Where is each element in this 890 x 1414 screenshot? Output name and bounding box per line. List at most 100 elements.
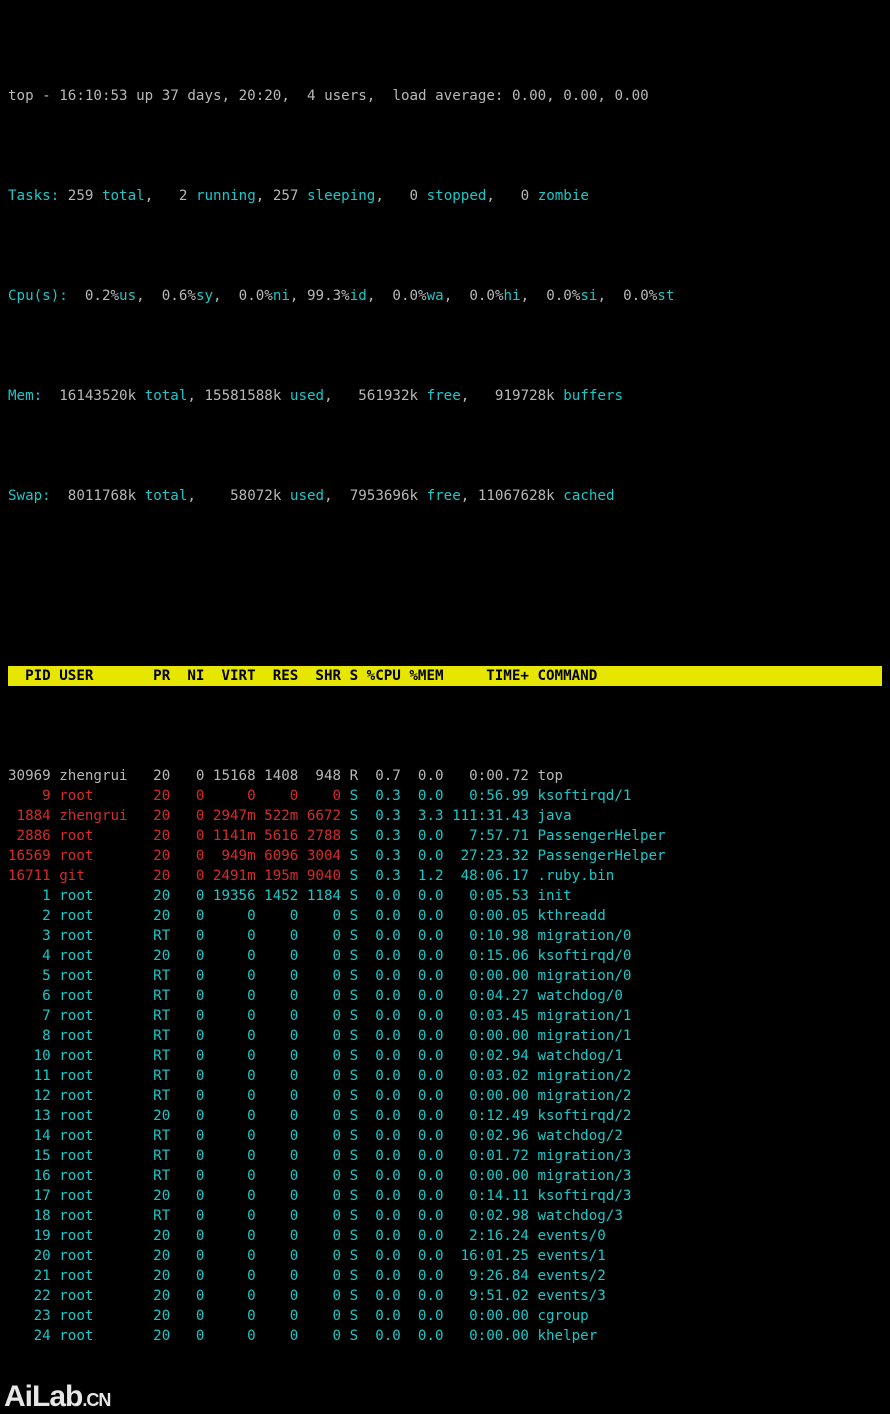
cell-mem: 0.0 — [401, 1026, 444, 1046]
cell-ni: 0 — [170, 1146, 204, 1166]
process-row: 18rootRT0000S0.00.00:02.98watchdog/3 — [8, 1206, 882, 1226]
process-row: 4root200000S0.00.00:15.06ksoftirqd/0 — [8, 946, 882, 966]
cell-cmd: migration/3 — [529, 1166, 632, 1186]
cell-res: 0 — [256, 906, 299, 926]
cell-res: 1408 — [256, 766, 299, 786]
cell-s: S — [341, 966, 358, 986]
process-row: 30969zhengrui200151681408948R0.70.00:00.… — [8, 766, 882, 786]
cell-cmd: events/2 — [529, 1266, 606, 1286]
process-row: 11rootRT0000S0.00.00:03.02migration/2 — [8, 1066, 882, 1086]
cell-mem: 0.0 — [401, 886, 444, 906]
cell-shr: 0 — [298, 1246, 341, 1266]
cell-time: 48:06.17 — [444, 866, 529, 886]
cell-pid: 23 — [8, 1306, 51, 1326]
cell-time: 0:01.72 — [444, 1146, 529, 1166]
cell-pid: 16 — [8, 1166, 51, 1186]
cell-cmd: migration/2 — [529, 1066, 632, 1086]
cell-ni: 0 — [170, 1046, 204, 1066]
cell-user: root — [51, 1186, 136, 1206]
cell-virt: 0 — [204, 1006, 255, 1026]
cell-pr: RT — [136, 1066, 170, 1086]
cell-s: S — [341, 826, 358, 846]
cell-cpu: 0.0 — [358, 1226, 401, 1246]
cell-pid: 13 — [8, 1106, 51, 1126]
cell-cpu: 0.3 — [358, 786, 401, 806]
cell-cpu: 0.0 — [358, 926, 401, 946]
cell-cmd: migration/1 — [529, 1026, 632, 1046]
cell-shr: 0 — [298, 1086, 341, 1106]
cell-pid: 1884 — [8, 806, 51, 826]
cell-cpu: 0.0 — [358, 1186, 401, 1206]
cell-res: 0 — [256, 1046, 299, 1066]
cell-virt: 0 — [204, 1226, 255, 1246]
cell-cpu: 0.0 — [358, 1266, 401, 1286]
cell-shr: 0 — [298, 1266, 341, 1286]
cell-res: 0 — [256, 1226, 299, 1246]
process-row: 8rootRT0000S0.00.00:00.00migration/1 — [8, 1026, 882, 1046]
cell-s: S — [341, 1066, 358, 1086]
cell-shr: 3004 — [298, 846, 341, 866]
cell-pid: 10 — [8, 1046, 51, 1066]
cell-user: root — [51, 1106, 136, 1126]
cell-mem: 0.0 — [401, 846, 444, 866]
cell-cmd: top — [529, 766, 563, 786]
cell-res: 6096 — [256, 846, 299, 866]
cell-pr: RT — [136, 1146, 170, 1166]
cell-shr: 0 — [298, 926, 341, 946]
cell-res: 0 — [256, 1106, 299, 1126]
cell-cpu: 0.0 — [358, 906, 401, 926]
cell-ni: 0 — [170, 786, 204, 806]
cell-shr: 0 — [298, 1186, 341, 1206]
cell-user: root — [51, 886, 136, 906]
cell-shr: 0 — [298, 1306, 341, 1326]
cell-pr: 20 — [136, 1186, 170, 1206]
cell-s: S — [341, 906, 358, 926]
cell-mem: 0.0 — [401, 986, 444, 1006]
cell-virt: 0 — [204, 1166, 255, 1186]
cell-mem: 0.0 — [401, 1146, 444, 1166]
process-row: 7rootRT0000S0.00.00:03.45migration/1 — [8, 1006, 882, 1026]
cell-cpu: 0.0 — [358, 1086, 401, 1106]
cell-ni: 0 — [170, 946, 204, 966]
cell-shr: 9040 — [298, 866, 341, 886]
cell-pr: 20 — [136, 806, 170, 826]
cell-res: 0 — [256, 1266, 299, 1286]
cell-time: 0:02.98 — [444, 1206, 529, 1226]
cell-s: S — [341, 1226, 358, 1246]
cell-pr: 20 — [136, 1306, 170, 1326]
cell-pid: 4 — [8, 946, 51, 966]
cell-pr: 20 — [136, 906, 170, 926]
process-row: 2root200000S0.00.00:00.05kthreadd — [8, 906, 882, 926]
cell-cpu: 0.3 — [358, 846, 401, 866]
cell-cpu: 0.0 — [358, 1146, 401, 1166]
terminal-screen[interactable]: top - 16:10:53 up 37 days, 20:20, 4 user… — [0, 0, 890, 1414]
cell-user: root — [51, 1206, 136, 1226]
cell-cpu: 0.3 — [358, 826, 401, 846]
cell-res: 0 — [256, 946, 299, 966]
cell-res: 0 — [256, 1206, 299, 1226]
cell-ni: 0 — [170, 1306, 204, 1326]
cell-shr: 1184 — [298, 886, 341, 906]
cell-res: 0 — [256, 1166, 299, 1186]
cell-pr: RT — [136, 1206, 170, 1226]
cell-shr: 0 — [298, 1226, 341, 1246]
process-row: 17root200000S0.00.00:14.11ksoftirqd/3 — [8, 1186, 882, 1206]
cell-time: 0:05.53 — [444, 886, 529, 906]
cell-user: root — [51, 986, 136, 1006]
cell-cmd: migration/3 — [529, 1146, 632, 1166]
cell-res: 0 — [256, 1066, 299, 1086]
cell-mem: 3.3 — [401, 806, 444, 826]
process-row: 20root200000S0.00.016:01.25events/1 — [8, 1246, 882, 1266]
cell-cpu: 0.0 — [358, 1046, 401, 1066]
cell-pid: 14 — [8, 1126, 51, 1146]
cell-s: S — [341, 806, 358, 826]
cell-res: 0 — [256, 1246, 299, 1266]
cell-pr: 20 — [136, 826, 170, 846]
cell-pid: 1 — [8, 886, 51, 906]
cell-res: 0 — [256, 1126, 299, 1146]
cell-res: 1452 — [256, 886, 299, 906]
cell-pr: RT — [136, 1006, 170, 1026]
cell-shr: 0 — [298, 1026, 341, 1046]
cell-res: 0 — [256, 1306, 299, 1326]
cell-pr: 20 — [136, 1326, 170, 1346]
